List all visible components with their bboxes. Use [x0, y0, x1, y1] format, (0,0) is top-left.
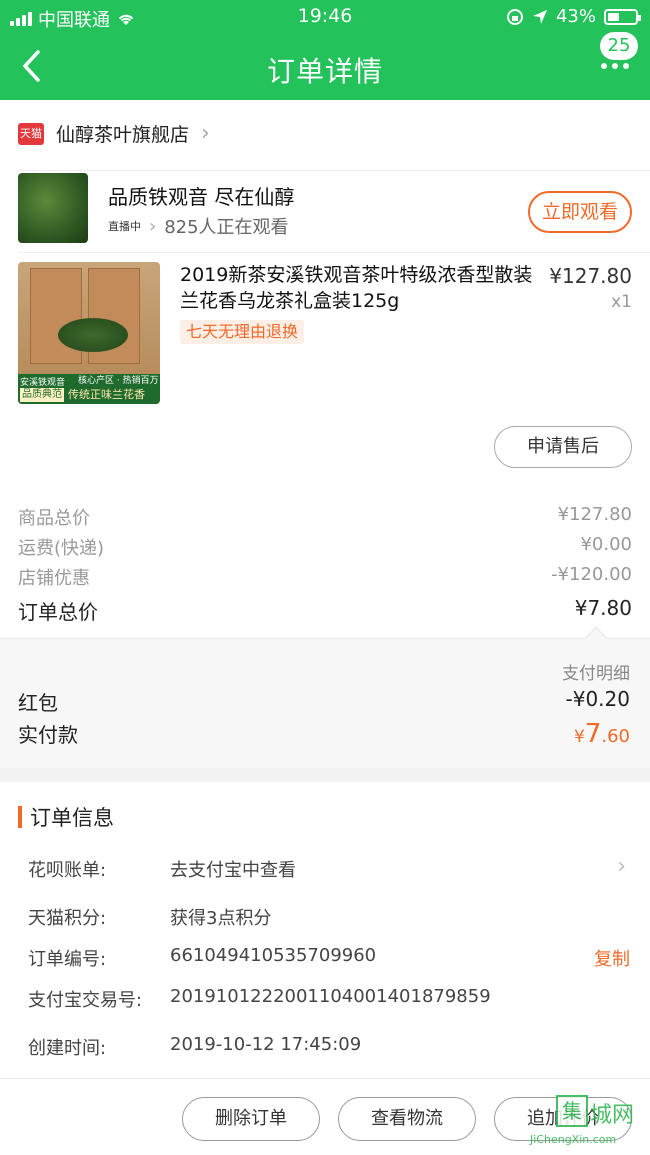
image-caption: 传统正味兰花香 [68, 388, 145, 401]
top-bar: 中国联通 19:46 43% 订单详情 25 [0, 0, 650, 100]
delete-order-button[interactable]: 删除订单 [182, 1097, 320, 1141]
summary-row: 店铺优惠 -¥120.00 [18, 564, 632, 590]
red-packet-row: 红包 -¥0.20 [18, 687, 630, 716]
summary-row: 商品总价 ¥127.80 [18, 504, 632, 530]
battery-icon [604, 8, 641, 25]
page-title: 订单详情 [266, 55, 383, 88]
info-key: 创建时间: [28, 1038, 107, 1059]
watch-now-button[interactable]: 立即观看 [528, 191, 632, 233]
chevron-right-icon: › [201, 121, 210, 146]
image-caption: 品质典范 [20, 388, 64, 402]
info-value: 获得3点积分 [170, 908, 272, 929]
summary-row: 运费(快递) ¥0.00 [18, 534, 632, 560]
info-value: 去支付宝中查看 [170, 860, 296, 881]
order-info-heading: 订单信息 [30, 806, 114, 830]
order-info-section: 订单信息 花呗账单: 去支付宝中查看 › 天猫积分: 获得3点积分 订单编号: … [0, 782, 650, 1078]
chevron-right-icon: › [149, 215, 157, 237]
return-policy-tag: 七天无理由退换 [180, 320, 305, 344]
message-count-badge: 25 [600, 32, 638, 60]
order-total-label: 订单总价 [18, 600, 98, 624]
order-total-value: ¥7.80 [574, 596, 632, 620]
summary-label: 运费(快递) [18, 538, 105, 559]
copy-button[interactable]: 复制 [594, 945, 630, 971]
after-sale-button[interactable]: 申请售后 [494, 426, 632, 468]
live-tag: 直播中 [108, 220, 141, 233]
image-caption: 核心产区 · 热销百万 [78, 376, 159, 386]
divider [18, 170, 650, 171]
summary-value: -¥120.00 [551, 564, 632, 585]
shop-row[interactable]: 天猫 仙醇茶叶旗舰店 › [18, 120, 210, 147]
info-key: 订单编号: [28, 949, 107, 970]
payment-detail-label: 支付明细 [562, 664, 630, 684]
chevron-right-icon: › [617, 854, 626, 879]
section-marker [18, 806, 22, 828]
divider [18, 252, 650, 253]
bottom-action-bar: 删除订单 查看物流 追加评价 集 城网 JiChengXin.com [0, 1078, 650, 1155]
order-card: 天猫 仙醇茶叶旗舰店 › 品质铁观音 尽在仙醇 直播中 › 825人正在观看 立… [0, 100, 650, 768]
info-key: 花呗账单: [28, 860, 107, 881]
paid-row: 实付款 ¥7.60 [18, 719, 630, 749]
info-key: 支付宝交易号: [28, 990, 143, 1011]
summary-label: 店铺优惠 [18, 568, 90, 589]
order-total-row: 订单总价 ¥7.80 [18, 596, 632, 625]
info-value: 2019-10-12 17:45:09 [170, 1034, 362, 1055]
shop-name: 仙醇茶叶旗舰店 [56, 124, 190, 146]
info-value: 661049410535709960 [170, 945, 377, 966]
location-icon [532, 9, 547, 24]
watermark-logo: 集 城网 JiChengXin.com [528, 1095, 638, 1151]
view-logistics-button[interactable]: 查看物流 [338, 1097, 476, 1141]
live-viewers: 825人正在观看 [164, 217, 289, 238]
live-stream-row[interactable]: 品质铁观音 尽在仙醇 直播中 › 825人正在观看 立即观看 [18, 173, 650, 245]
product-price: ¥127.80 [549, 264, 632, 288]
product-name: 2019新茶安溪铁观音茶叶特级浓香型散装兰花香乌龙茶礼盒装125g [180, 264, 533, 312]
info-value: 2019101222001104001401879859 [170, 986, 491, 1007]
tmall-logo: 天猫 [18, 122, 44, 145]
product-quantity: x1 [611, 292, 632, 312]
info-key: 天猫积分: [28, 908, 107, 929]
battery-percent: 43% [555, 6, 596, 27]
red-packet-label: 红包 [18, 691, 58, 715]
live-title: 品质铁观音 尽在仙醇 [108, 185, 295, 209]
summary-label: 商品总价 [18, 508, 90, 529]
summary-value: ¥0.00 [580, 534, 632, 555]
product-image: 安溪铁观音 品质典范 核心产区 · 热销百万 传统正味兰花香 [18, 262, 160, 404]
live-thumbnail [18, 173, 88, 243]
payment-details: 支付明细 红包 -¥0.20 实付款 ¥7.60 [0, 626, 650, 768]
status-bar: 中国联通 19:46 43% [0, 0, 650, 34]
red-packet-value: -¥0.20 [565, 687, 630, 711]
paid-amount: ¥7.60 [573, 719, 630, 749]
paid-label: 实付款 [18, 723, 78, 747]
summary-value: ¥127.80 [557, 504, 632, 525]
product-row[interactable]: 安溪铁观音 品质典范 核心产区 · 热销百万 传统正味兰花香 2019新茶安溪铁… [18, 262, 650, 406]
rotation-lock-icon [506, 8, 523, 25]
more-icon[interactable] [600, 58, 630, 72]
